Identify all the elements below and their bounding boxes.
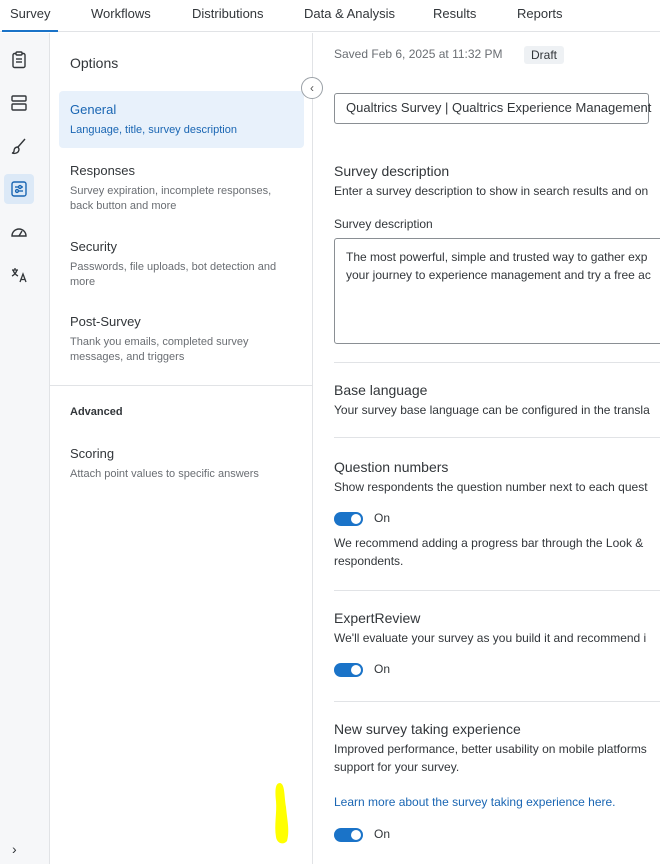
section-heading: ExpertReview [334,610,421,626]
save-status: Saved Feb 6, 2025 at 11:32 PM [334,47,503,61]
section-text: respondents. [334,554,404,568]
section-text: Show respondents the question number nex… [334,480,648,494]
options-item-desc: Language, title, survey description [70,124,237,136]
expand-rail-icon[interactable]: › [12,841,17,857]
section-text: support for your survey. [334,760,460,774]
new-experience-section: New survey taking experience Improved pe… [334,721,660,776]
top-navigation: Survey Workflows Distributions Data & An… [0,0,660,32]
section-heading: Question numbers [334,459,449,475]
clipboard-icon[interactable] [4,45,34,75]
highlight-mark [275,783,289,844]
toggle-label: On [374,511,391,525]
question-numbers-toggle[interactable] [334,512,363,526]
survey-description-section: Survey description Enter a survey descri… [334,163,660,200]
tab-data-analysis[interactable]: Data & Analysis [304,0,395,32]
expert-review-section: ExpertReview We'll evaluate your survey … [334,610,660,647]
status-badge: Draft [524,46,565,64]
learn-more-link[interactable]: Learn more about the survey taking exper… [334,795,616,809]
section-heading: Survey description [334,163,450,179]
base-language-section: Base language Your survey base language … [334,382,660,419]
options-item-desc: Survey expiration, incomplete responses,… [70,185,272,212]
options-item-desc: Passwords, file uploads, bot detection a… [70,261,277,288]
tab-distributions[interactable]: Distributions [192,0,264,32]
options-item-responses[interactable]: Responses Survey expiration, incomplete … [59,152,304,224]
section-text: Enter a survey description to show in se… [334,184,649,198]
survey-title-field[interactable]: Qualtrics Survey | Qualtrics Experience … [334,93,651,124]
survey-options-icon[interactable] [4,174,34,204]
options-panel: Options General Language, title, survey … [50,33,313,864]
section-text: Improved performance, better usability o… [334,742,647,756]
tool-rail: › [0,33,50,864]
description-line: The most powerful, simple and trusted wa… [346,250,648,264]
translate-icon[interactable] [4,260,34,290]
section-heading: New survey taking experience [334,721,521,737]
options-item-desc: Thank you emails, completed survey messa… [70,336,249,363]
question-numbers-section: Question numbers Show respondents the qu… [334,459,660,496]
section-text: Your survey base language can be configu… [334,403,650,417]
toggle-knob [351,665,361,675]
options-item-security[interactable]: Security Passwords, file uploads, bot de… [59,228,304,300]
section-divider [334,701,660,702]
general-settings: Saved Feb 6, 2025 at 11:32 PM Draft Qual… [314,33,660,864]
tab-survey[interactable]: Survey [2,0,59,32]
section-divider [334,362,660,363]
tab-reports[interactable]: Reports [517,0,563,32]
options-item-post-survey[interactable]: Post-Survey Thank you emails, completed … [59,303,304,375]
tab-results[interactable]: Results [433,0,476,32]
gauge-icon[interactable] [4,217,34,247]
options-heading: Options [70,55,119,71]
section-divider [334,437,660,438]
options-item-title: General [70,102,117,117]
section-divider [334,590,660,591]
options-item-title: Scoring [70,446,115,461]
options-item-title: Responses [70,163,136,178]
options-divider [50,385,312,386]
options-item-title: Post-Survey [70,314,141,329]
toggle-label: On [374,662,391,676]
toggle-knob [351,514,361,524]
question-numbers-note: We recommend adding a progress bar throu… [334,534,660,570]
section-heading: Base language [334,382,428,398]
collapse-panel-button[interactable]: ‹ [301,77,323,99]
section-text: We recommend adding a progress bar throu… [334,536,644,550]
tab-workflows[interactable]: Workflows [91,0,151,32]
survey-description-field[interactable]: The most powerful, simple and trusted wa… [334,238,660,344]
description-field-label: Survey description [334,217,433,231]
options-item-scoring[interactable]: Scoring Attach point values to specific … [59,435,304,492]
options-item-general[interactable]: General Language, title, survey descript… [59,91,304,148]
toggle-knob [351,830,361,840]
description-line: your journey to experience management an… [346,268,651,282]
options-item-desc: Attach point values to specific answers [70,468,259,480]
toggle-label: On [374,827,391,841]
brush-icon[interactable] [4,131,34,161]
expert-review-toggle[interactable] [334,663,363,677]
options-item-title: Security [70,239,117,254]
blocks-icon[interactable] [4,88,34,118]
section-text: We'll evaluate your survey as you build … [334,631,647,645]
advanced-heading: Advanced [70,406,123,418]
new-experience-toggle[interactable] [334,828,363,842]
